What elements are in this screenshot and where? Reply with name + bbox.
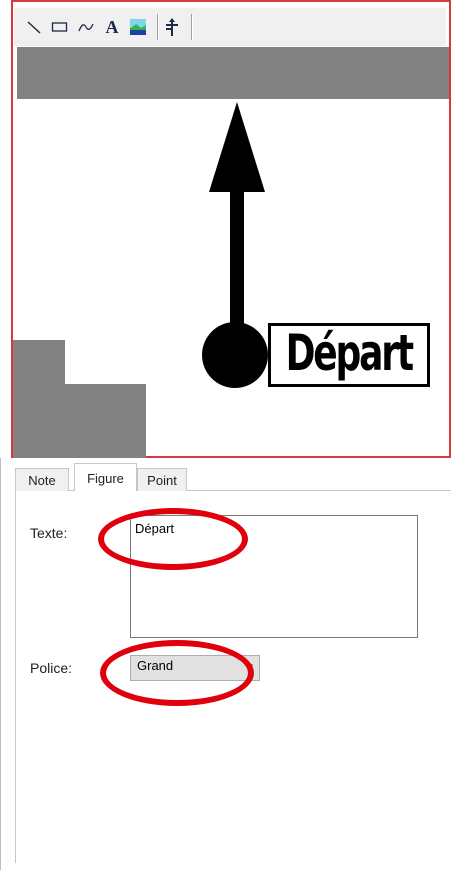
chevron-down-icon: ▼ xyxy=(245,662,255,673)
arrow-shaft xyxy=(230,187,244,332)
toolbar-separator xyxy=(157,14,159,40)
arrow-head xyxy=(209,102,265,192)
tab-figure[interactable]: Figure xyxy=(74,463,137,492)
police-select[interactable]: Grand ▼ xyxy=(130,655,260,681)
line-tool-icon[interactable] xyxy=(24,16,44,38)
text-tool-icon[interactable]: A xyxy=(102,16,122,38)
texte-label: Texte: xyxy=(30,525,68,541)
anchor-tool-icon[interactable] xyxy=(162,16,182,38)
police-selected-value: Grand xyxy=(137,658,174,673)
rectangle-tool-icon[interactable] xyxy=(50,16,70,38)
arrow-figure[interactable] xyxy=(13,2,451,460)
texte-input[interactable]: Départ xyxy=(130,515,418,638)
tab-note[interactable]: Note xyxy=(15,468,69,492)
image-tool-icon[interactable] xyxy=(128,16,148,38)
tab-point[interactable]: Point xyxy=(137,468,187,492)
toolbar-separator-2 xyxy=(191,14,193,40)
tab-strip: Note Figure Point xyxy=(15,463,451,492)
police-label: Police: xyxy=(30,660,73,676)
depart-label-box[interactable]: Départ xyxy=(268,323,430,387)
start-dot xyxy=(202,322,268,388)
drawing-toolbar: A xyxy=(14,8,446,46)
depart-label-text: Départ xyxy=(285,324,415,382)
drawing-canvas[interactable]: Départ xyxy=(11,0,451,460)
curve-tool-icon[interactable] xyxy=(76,16,96,38)
